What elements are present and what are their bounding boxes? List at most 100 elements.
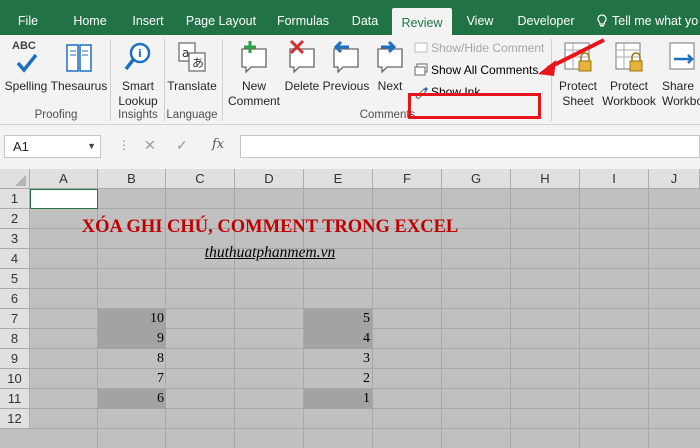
tab-insert[interactable]: Insert	[120, 0, 176, 35]
show-hide-comment-icon	[414, 42, 428, 53]
cell-value: 2	[363, 371, 370, 386]
red-arrow-annotation	[538, 38, 605, 76]
cell-value: 8	[157, 351, 164, 366]
show-hide-comment-button[interactable]: Show/Hide Comment	[414, 40, 544, 56]
abc-label: ABC	[12, 40, 36, 52]
tab-home[interactable]: Home	[62, 0, 118, 35]
next-comment-button[interactable]: Next	[372, 39, 408, 94]
row-header-7[interactable]: 7	[0, 309, 30, 329]
lightbulb-icon	[597, 14, 607, 27]
gridline	[648, 189, 649, 448]
tab-file[interactable]: File	[0, 0, 56, 35]
smart-lookup-icon: i	[124, 42, 151, 71]
row-header-4[interactable]: 4	[0, 249, 30, 269]
tab-review[interactable]: Review	[392, 8, 452, 35]
tab-page-layout[interactable]: Page Layout	[178, 0, 264, 35]
confirm-icon[interactable]: ✓	[176, 137, 188, 154]
new-comment-label-1: New	[241, 79, 266, 93]
worksheet-grid[interactable]: ABCDEFGHIJ 1 2 3 4 5 6 7 8 9 10 11 12 10 9 8 7 6 5 …	[0, 169, 700, 448]
gridline	[30, 288, 700, 289]
name-box[interactable]: A1 ▼	[4, 135, 101, 158]
share-workbook-button[interactable]: Share Workbo	[662, 39, 700, 109]
spelling-icon: ABC	[9, 39, 43, 77]
row-header-5[interactable]: 5	[0, 269, 30, 289]
spelling-label: Spelling	[4, 79, 48, 93]
show-all-comments-label: Show All Comments	[431, 63, 539, 77]
select-all-corner[interactable]	[0, 169, 30, 189]
delete-comment-button[interactable]: Delete	[283, 39, 321, 94]
column-header-a[interactable]: A	[30, 169, 98, 189]
gridline	[510, 189, 511, 448]
row-header-8[interactable]: 8	[0, 329, 30, 349]
row-header-2[interactable]: 2	[0, 209, 30, 229]
smart-lookup-button[interactable]: i Smart Lookup	[114, 39, 162, 109]
row-header-3[interactable]: 3	[0, 229, 30, 249]
column-header-b[interactable]: B	[98, 169, 166, 189]
column-header-d[interactable]: D	[235, 169, 304, 189]
formula-bar-grip: ⋮	[118, 138, 130, 152]
cell-value: 9	[157, 331, 164, 346]
column-header-j[interactable]: J	[649, 169, 700, 189]
row-header-9[interactable]: 9	[0, 349, 30, 369]
smart-lookup-label-1: Smart	[121, 79, 154, 93]
insert-function-icon[interactable]: fx	[212, 137, 224, 152]
spelling-button[interactable]: ABC Spelling	[4, 39, 48, 94]
next-label: Next	[377, 79, 403, 93]
column-header-h[interactable]: H	[511, 169, 580, 189]
svg-text:あ: あ	[192, 56, 204, 70]
group-insights-label: Insights	[118, 109, 158, 121]
column-header-g[interactable]: G	[442, 169, 511, 189]
sheet-subtitle: thuthuatphanmem.vn	[204, 244, 336, 261]
thesaurus-book-icon	[66, 44, 92, 72]
gridline	[30, 428, 700, 429]
name-box-value: A1	[13, 139, 29, 154]
tab-developer[interactable]: Developer	[510, 0, 582, 35]
cell-value: 5	[363, 311, 370, 326]
row-header-12[interactable]: 12	[0, 409, 30, 429]
svg-text:i: i	[138, 47, 142, 60]
show-all-comments-button[interactable]: Show All Comments	[414, 62, 538, 78]
ribbon-tab-bar: File Home Insert Page Layout Formulas Da…	[0, 0, 700, 35]
formula-bar: A1 ▼ ⋮ ✕ ✓ fx	[0, 125, 700, 169]
column-header-c[interactable]: C	[166, 169, 235, 189]
gridline	[30, 208, 700, 209]
column-header-i[interactable]: I	[580, 169, 649, 189]
share-workbook-label-2: Workbo	[662, 94, 700, 108]
group-separator	[110, 39, 111, 121]
tab-data[interactable]: Data	[340, 0, 390, 35]
translate-icon: aあ	[178, 42, 206, 72]
group-language-label: Language	[166, 109, 218, 121]
cell-value: 3	[363, 351, 370, 366]
tell-me-text: Tell me what yo	[612, 14, 699, 28]
translate-button[interactable]: aあ Translate	[166, 39, 218, 94]
share-workbook-icon	[669, 42, 695, 70]
group-proofing-label: Proofing	[34, 109, 78, 121]
row-header-10[interactable]: 10	[0, 369, 30, 389]
sheet-title: XÓA GHI CHÚ, COMMENT TRONG EXCEL	[81, 217, 459, 237]
protect-workbook-label-2: Workbook	[602, 94, 656, 108]
select-all-triangle-icon	[15, 175, 26, 186]
previous-comment-icon	[333, 40, 359, 74]
delete-comment-icon	[289, 39, 315, 74]
row-header-1[interactable]: 1	[0, 189, 30, 209]
column-header-f[interactable]: F	[373, 169, 442, 189]
row-header-11[interactable]: 11	[0, 389, 30, 409]
previous-comment-button[interactable]: Previous	[322, 39, 370, 94]
formula-input[interactable]	[240, 135, 700, 158]
protect-sheet-label-2: Sheet	[562, 94, 594, 108]
show-all-comments-highlight	[408, 93, 541, 119]
tab-formulas[interactable]: Formulas	[268, 0, 338, 35]
tab-view[interactable]: View	[455, 0, 505, 35]
cell-a1-selected[interactable]	[30, 189, 98, 209]
new-comment-button[interactable]: New Comment	[225, 39, 283, 109]
column-header-e[interactable]: E	[304, 169, 373, 189]
tell-me-box[interactable]: Tell me what yo	[596, 0, 698, 35]
show-all-comments-icon	[414, 63, 428, 76]
row-header-6[interactable]: 6	[0, 289, 30, 309]
thesaurus-button[interactable]: Thesaurus	[50, 39, 108, 94]
protect-workbook-icon	[615, 42, 643, 72]
delete-label: Delete	[284, 79, 320, 93]
translate-label: Translate	[167, 79, 217, 93]
smart-lookup-label-2: Lookup	[118, 94, 158, 108]
cancel-icon[interactable]: ✕	[144, 137, 156, 154]
